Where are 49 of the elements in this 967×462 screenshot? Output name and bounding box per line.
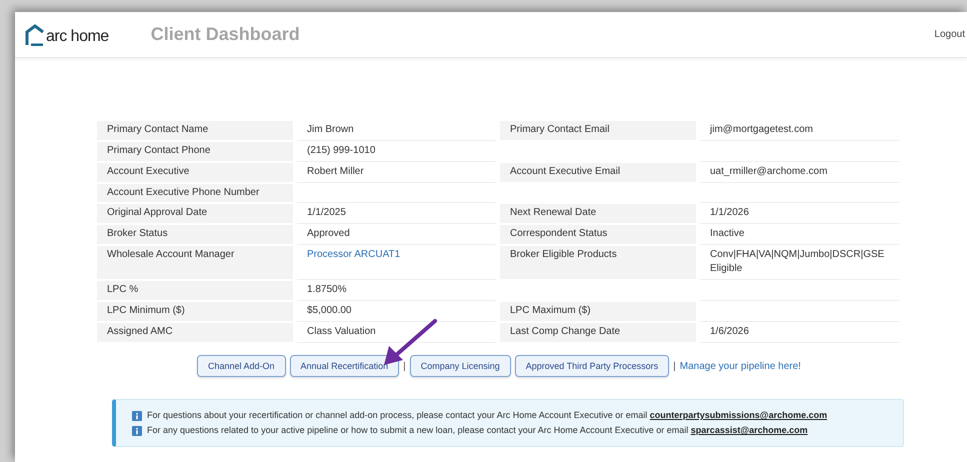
email-link[interactable]: sparcassist@archome.com (690, 425, 808, 435)
action-button[interactable]: Annual Recertification (290, 355, 400, 377)
field-value: 1/1/2025 (297, 203, 496, 224)
action-button[interactable]: Approved Third Party Processors (514, 355, 670, 377)
field-value: 1/1/2026 (700, 203, 899, 224)
field-value: 1.8750% (297, 280, 496, 301)
field-value: 1/6/2026 (700, 322, 899, 343)
field-label: Broker Status (97, 225, 293, 244)
info-icon (132, 410, 142, 420)
field-label: Broker Eligible Products (500, 246, 696, 279)
field-value: Conv|FHA|VA|NQM|Jumbo|DSCR|GSE Eligible (700, 245, 899, 280)
field-label: Wholesale Account Manager (97, 246, 293, 279)
manager-link[interactable]: Processor ARCUAT1 (307, 249, 400, 260)
logout-link[interactable]: Logout (934, 29, 965, 40)
info-message: For any questions related to your active pipeline or how to submit a new loan, please contact your Arc Home Account Executive or email sparcassist@archome.com (147, 424, 808, 437)
field-label: Original Approval Date (97, 204, 293, 223)
field-label: LPC Maximum ($) (500, 302, 696, 321)
field-label: Correspondent Status (500, 225, 696, 244)
field-value: jim@mortgagetest.com (700, 120, 899, 141)
separator-text: | (403, 360, 406, 372)
email-link[interactable]: counterpartysubmissions@archome.com (650, 410, 828, 420)
house-outline-icon (25, 24, 45, 46)
separator-text: | (673, 360, 676, 372)
pipeline-link[interactable]: Manage your pipeline here! (680, 360, 801, 372)
field-label: Next Renewal Date (500, 204, 696, 223)
field-label: Account Executive (97, 163, 293, 182)
field-label: Assigned AMC (97, 323, 293, 342)
field-label: LPC % (97, 281, 293, 300)
field-label: Primary Contact Name (97, 121, 293, 140)
field-value: Inactive (700, 224, 899, 245)
field-label: Account Executive Phone Number (97, 184, 293, 202)
page-title: Client Dashboard (150, 24, 300, 45)
field-value: uat_rmiller@archome.com (700, 162, 899, 183)
field-label: Primary Contact Phone (97, 142, 293, 161)
action-button[interactable]: Company Licensing (410, 355, 511, 377)
field-value: Jim Brown (297, 120, 496, 141)
field-value: Class Valuation (297, 322, 496, 343)
field-label: LPC Minimum ($) (97, 302, 293, 321)
arc-home-logo[interactable]: arc home (25, 24, 109, 46)
field-label: Account Executive Email (500, 163, 696, 182)
info-icon (132, 426, 142, 436)
field-value: Robert Miller (297, 162, 496, 183)
field-value: (215) 999-1010 (297, 141, 496, 162)
field-label: Last Comp Change Date (500, 323, 696, 342)
field-label: Primary Contact Email (500, 121, 696, 140)
action-button[interactable]: Channel Add-On (197, 355, 286, 377)
info-message: For questions about your recertification or channel add-on process, please contact your Arc Home Account Executive or email counterpartysubmissions@archome.com (147, 409, 828, 422)
field-value: Approved (297, 224, 496, 245)
field-value: $5,000.00 (297, 301, 496, 322)
